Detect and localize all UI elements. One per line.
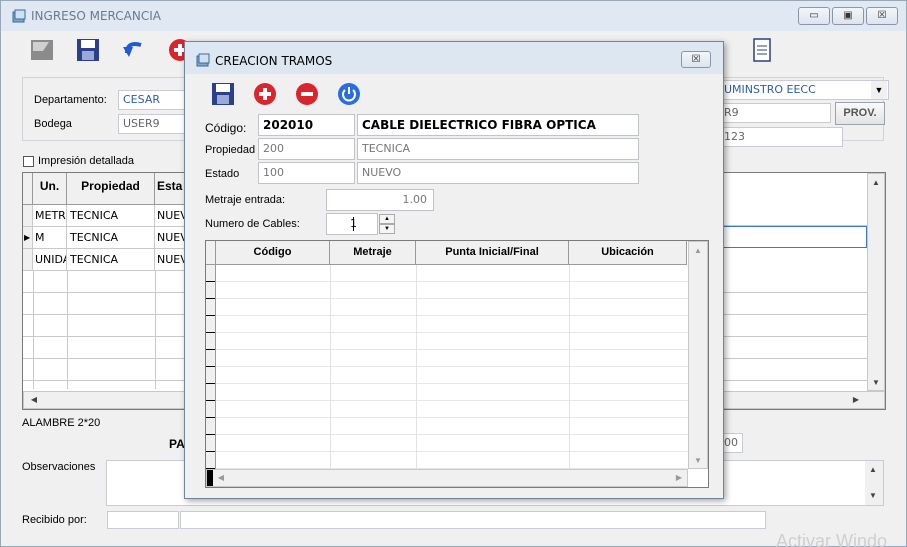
codigo-description-field[interactable]: CABLE DIELECTRICO FIBRA OPTICA: [357, 114, 639, 136]
undo-icon[interactable]: [121, 37, 147, 63]
grid-cell-propiedad[interactable]: TECNICA: [67, 227, 155, 249]
propiedad-field[interactable]: 200: [258, 138, 355, 160]
maximize-button[interactable]: ▣: [832, 7, 864, 25]
selected-row-outline: [723, 226, 867, 248]
codigo-label: Código:: [205, 121, 247, 135]
alambre-text: ALAMBRE 2*20: [22, 417, 101, 429]
flag-icon[interactable]: [29, 37, 55, 63]
prov-button[interactable]: PROV.: [835, 102, 885, 125]
creacion-tramos-dialog: CREACION TRAMOS ☒ Código: 202010 CABLE D…: [184, 41, 724, 499]
recibido-code-field[interactable]: [107, 511, 179, 529]
window-app-icon: [12, 9, 26, 23]
estado-label: Estado: [205, 168, 240, 180]
recibido-label: Recibido por:: [22, 514, 87, 526]
minimize-button[interactable]: ▭: [798, 7, 830, 25]
dialog-close-button[interactable]: ☒: [681, 51, 711, 68]
remove-icon[interactable]: [295, 82, 319, 106]
impresion-checkbox[interactable]: [23, 156, 34, 167]
close-button[interactable]: ☒: [866, 7, 898, 25]
metraje-field[interactable]: 1.00: [326, 189, 434, 211]
dropdown-arrow-icon[interactable]: ▼: [871, 81, 887, 99]
spinner-down-icon[interactable]: ▼: [379, 224, 395, 234]
cables-label: Numero de Cables:: [205, 218, 300, 230]
scroll-up-icon[interactable]: ▲: [692, 244, 704, 258]
estado-description-field[interactable]: NUEVO: [357, 162, 639, 184]
departamento-label: Departamento:: [34, 94, 107, 106]
scroll-right-icon[interactable]: ▶: [673, 471, 685, 485]
tramos-header-metraje[interactable]: Metraje: [330, 241, 416, 265]
observaciones-scrollbar[interactable]: ▲ ▼: [865, 461, 883, 505]
grid-header-propiedad[interactable]: Propiedad: [67, 173, 155, 205]
tramos-empty-rows: [206, 265, 688, 469]
save-icon[interactable]: [211, 82, 235, 106]
propiedad-description-field[interactable]: TECNICA: [357, 138, 639, 160]
tramos-grid: Código Metraje Punta Inicial/Final Ubica…: [205, 240, 709, 488]
scroll-up-icon[interactable]: ▲: [870, 176, 882, 190]
tramos-horizontal-scrollbar[interactable]: ◀ ▶: [206, 469, 688, 487]
codigo-field[interactable]: 202010: [258, 114, 355, 136]
tramos-header-codigo[interactable]: Código: [216, 241, 330, 265]
observaciones-label: Observaciones: [22, 461, 96, 473]
cables-spinner[interactable]: 1: [326, 213, 378, 235]
grid-cell-un[interactable]: UNIDA: [33, 249, 67, 271]
grid-cell-un[interactable]: METR: [33, 205, 67, 227]
main-title-bar: INGRESO MERCANCIA ▭ ▣ ☒: [1, 1, 906, 31]
text-cursor: [353, 217, 354, 231]
impresion-label: Impresión detallada: [38, 155, 135, 167]
scroll-down-icon[interactable]: ▼: [870, 376, 882, 390]
main-window-title: INGRESO MERCANCIA: [31, 9, 161, 23]
power-icon[interactable]: [337, 82, 361, 106]
dialog-title: CREACION TRAMOS: [215, 54, 333, 68]
add-icon[interactable]: [253, 82, 277, 106]
tramos-row-selectors: [206, 265, 216, 469]
suministro-select[interactable]: UMINSTRO EECC: [719, 80, 889, 100]
right-field-2[interactable]: R9: [719, 103, 831, 123]
document-icon[interactable]: [749, 37, 775, 63]
bodega-label: Bodega: [34, 118, 72, 130]
scroll-left-icon[interactable]: ◀: [28, 393, 40, 407]
propiedad-label: Propiedad: [205, 144, 256, 156]
scroll-down-icon[interactable]: ▼: [692, 454, 704, 468]
grid-cell-propiedad[interactable]: TECNICA: [67, 205, 155, 227]
scroll-up-icon[interactable]: ▲: [867, 463, 879, 477]
suministro-value: UMINSTRO EECC: [724, 83, 816, 96]
recibido-name-field[interactable]: [180, 511, 766, 529]
metraje-label: Metraje entrada:: [205, 194, 286, 206]
scroll-left-icon[interactable]: ◀: [215, 471, 227, 485]
grid-cell-propiedad[interactable]: TECNICA: [67, 249, 155, 271]
spinner-up-icon[interactable]: ▲: [379, 214, 395, 224]
tramos-header-punta[interactable]: Punta Inicial/Final: [416, 241, 569, 265]
departamento-field[interactable]: CESAR: [118, 90, 188, 110]
estado-field[interactable]: 100: [258, 162, 355, 184]
tramos-vertical-scrollbar[interactable]: ▲ ▼: [688, 241, 708, 469]
scroll-down-icon[interactable]: ▼: [867, 489, 879, 503]
row-selector-arrow-icon: ▶: [23, 227, 33, 249]
grid-header-un[interactable]: Un.: [33, 173, 67, 205]
activation-watermark: Activar Windo: [776, 531, 888, 547]
right-field-3[interactable]: 123: [719, 127, 843, 147]
scroll-right-icon[interactable]: ▶: [850, 393, 862, 407]
grid-cell-un[interactable]: M: [33, 227, 67, 249]
dialog-app-icon: [196, 53, 210, 67]
tramos-header-ubicacion[interactable]: Ubicación: [569, 241, 687, 265]
save-icon[interactable]: [75, 37, 101, 63]
pa-text: PA: [169, 437, 185, 451]
vertical-scrollbar[interactable]: ▲ ▼: [867, 173, 885, 391]
bodega-field[interactable]: USER9: [118, 114, 188, 134]
dialog-title-bar: CREACION TRAMOS ☒: [185, 42, 723, 74]
